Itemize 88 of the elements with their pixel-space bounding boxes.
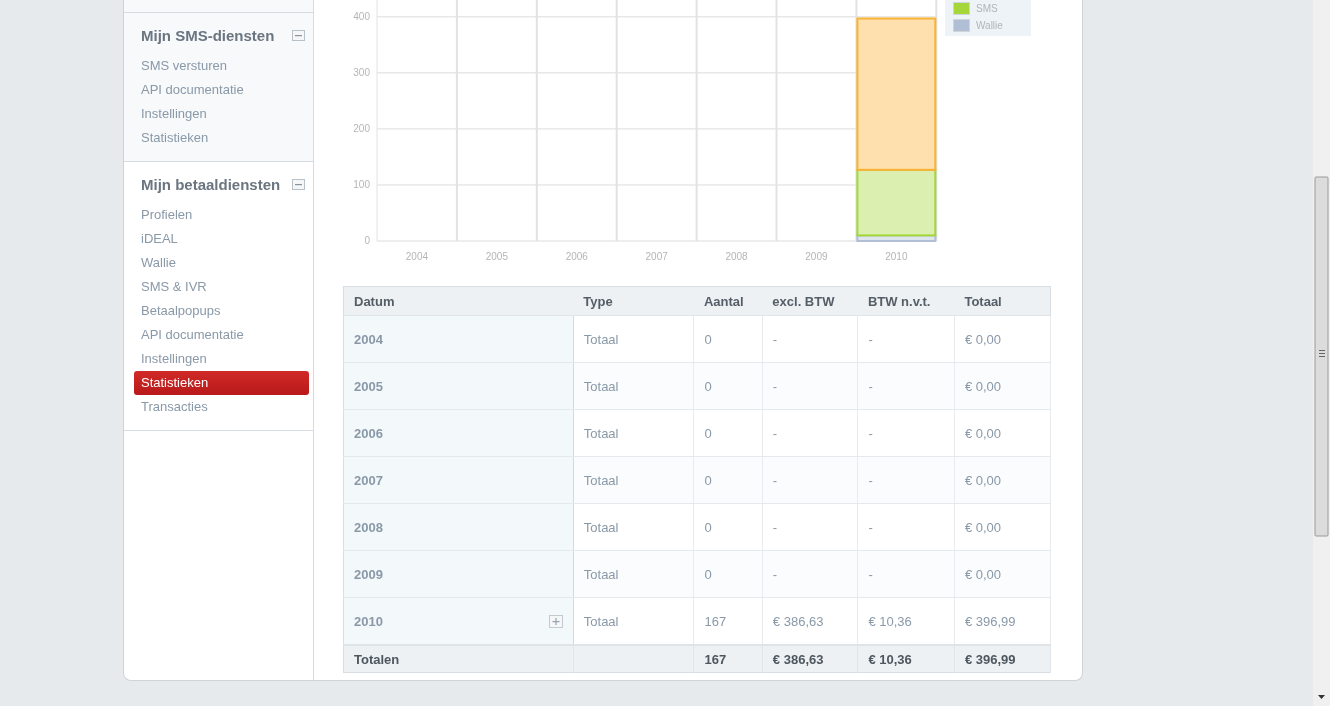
year-label: 2009 [354,566,383,582]
table-cell: - [762,409,858,457]
table-cell: Totaal [573,550,694,598]
table-cell: - [857,409,955,457]
section-title: Mijn SMS-diensten [141,26,275,44]
table-cell: Totaal [573,597,694,645]
table-cell: 0 [693,362,763,410]
sidebar-link[interactable]: SMS & IVR [134,275,309,299]
table-cell: € 0,00 [954,503,1051,551]
axis-label: 2005 [485,251,508,262]
year-label: 2005 [354,378,383,394]
sidebar-link[interactable]: Statistieken [134,126,309,150]
axis-label: 100 [353,178,370,190]
table-cell: - [762,456,858,504]
table-cell: € 0,00 [954,362,1051,410]
axis-label: 2006 [565,251,588,262]
total-cell: € 396,99 [954,645,1051,673]
axis-label: 400 [353,10,370,22]
axis-label: 2007 [645,251,668,262]
legend-label: SMS [976,3,998,14]
table-cell: 0 [693,456,763,504]
table-cell: - [857,315,955,363]
table-cell: 0 [693,315,763,363]
axis-label: 300 [353,66,370,78]
axis-label: 2010 [885,251,908,262]
sidebar-link[interactable]: Profielen [134,203,309,227]
table-cell: 167 [693,597,763,645]
table-cell: - [857,550,955,598]
sidebar-link[interactable]: API documentatie [134,323,309,347]
axis-label: 200 [353,122,370,134]
table-cell: 0 [693,550,763,598]
total-cell: € 386,63 [762,645,858,673]
year-label: 2007 [354,472,383,488]
column-header: Aantal [693,286,763,316]
legend-label: Wallie [976,20,1003,31]
table-cell: 0 [693,409,763,457]
sidebar-link[interactable]: Wallie [134,251,309,275]
table-cell: Totaal [573,315,694,363]
table-cell: € 0,00 [954,315,1051,363]
table-cell: - [762,315,858,363]
table-cell: Totaal [573,362,694,410]
legend-swatch [953,19,970,32]
expand-icon[interactable] [548,614,563,628]
column-header: BTW n.v.t. [857,286,955,316]
sidebar-link[interactable]: Transacties [134,395,309,419]
year-label: 2008 [354,519,383,535]
sidebar-link[interactable]: API documentatie [134,78,309,102]
sidebar-link[interactable]: Statistieken [134,371,309,395]
total-cell: 167 [693,645,763,673]
table-cell: € 396,99 [954,597,1051,645]
total-cell: Totalen [343,645,574,673]
collapse-icon[interactable] [292,29,305,41]
year-label: 2010 [354,613,383,629]
sidebar-link[interactable]: Instellingen [134,102,309,126]
axis-label: 2004 [405,251,429,262]
scrollbar[interactable] [1313,0,1330,706]
table-cell: - [857,362,955,410]
section-title: Mijn betaaldiensten [141,175,281,193]
table-cell: € 386,63 [762,597,858,645]
table-cell: - [762,503,858,551]
column-header: Totaal [954,286,1051,316]
table-cell: Totaal [573,503,694,551]
table-cell: € 0,00 [954,550,1051,598]
table-cell: - [762,550,858,598]
table-cell: - [857,503,955,551]
year-label: 2004 [354,331,383,347]
total-cell: € 10,36 [857,645,955,673]
sidebar-link[interactable]: Instellingen [134,347,309,371]
table-cell: € 0,00 [954,409,1051,457]
column-header: Type [573,286,694,316]
sidebar-link[interactable]: iDEAL [134,227,309,251]
table-cell: - [762,362,858,410]
sidebar-link[interactable]: SMS versturen [134,54,309,78]
sidebar-link[interactable]: Betaalpopups [134,299,309,323]
table-cell: € 0,00 [954,456,1051,504]
table-cell: Totaal [573,409,694,457]
column-header: excl. BTW [762,286,858,316]
axis-label: 0 [364,235,370,246]
legend-swatch [953,2,970,15]
axis-label: 2009 [805,251,828,262]
collapse-icon[interactable] [292,178,305,190]
table-cell: € 10,36 [857,597,955,645]
table-cell: Totaal [573,456,694,504]
table-cell: - [857,456,955,504]
column-header: Datum [343,286,574,316]
axis-label: 2008 [725,251,748,262]
table-cell: 0 [693,503,763,551]
year-label: 2006 [354,425,383,441]
